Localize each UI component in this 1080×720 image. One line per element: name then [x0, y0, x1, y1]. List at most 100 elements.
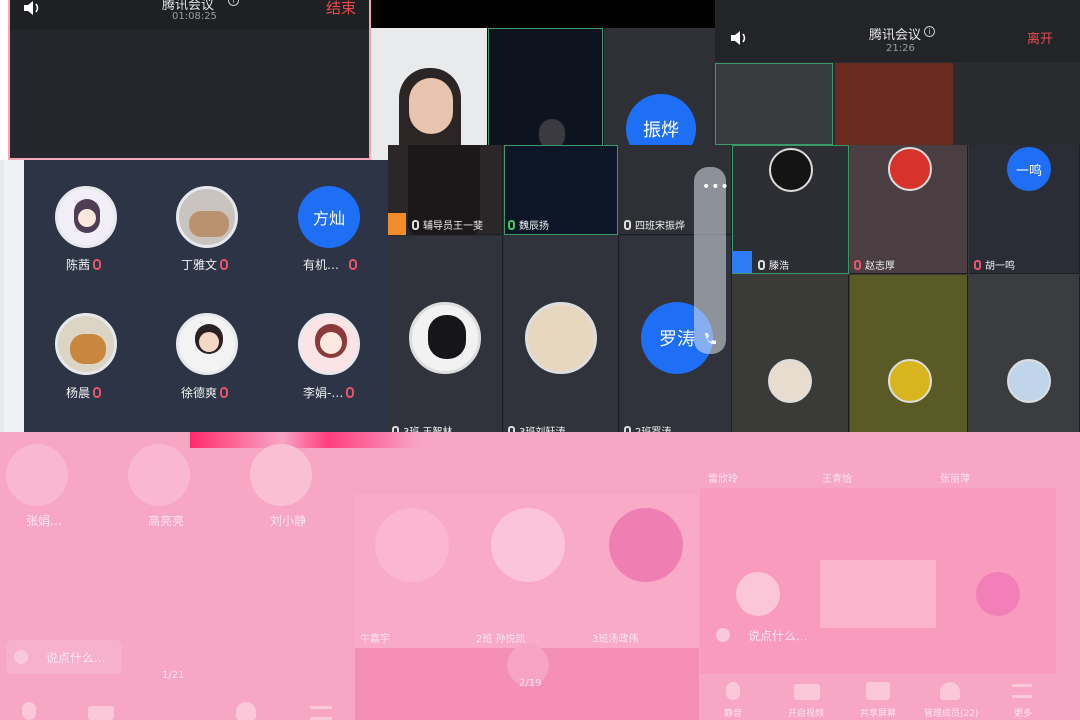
avatar: [176, 186, 238, 248]
video-tile-counselor[interactable]: [371, 28, 487, 160]
emoji-icon[interactable]: [14, 650, 28, 664]
avatar: [55, 186, 117, 248]
participant-label: 王青恰: [822, 474, 852, 485]
participant-label: 四班宋振烨: [624, 217, 685, 232]
speaker-icon[interactable]: [22, 0, 42, 16]
face: [409, 78, 453, 134]
participant-name: 徐德爽: [181, 384, 229, 401]
participant-name: 刘小静: [270, 514, 307, 528]
participant-grid-right: 一鸣 滕浩 赵志厚 胡一鸣: [732, 145, 1080, 435]
glitch-stripe: [190, 432, 420, 448]
video-strip-top: 振烨: [371, 0, 715, 160]
participant-label: 胡一鸣: [974, 257, 1015, 272]
video-icon[interactable]: [794, 684, 820, 700]
participant-label: 辅导员王一斐: [412, 217, 483, 232]
participant-name: 张娟…: [26, 514, 63, 528]
avatar: [525, 302, 597, 374]
mute-icon[interactable]: [22, 702, 36, 720]
avatar: [128, 444, 190, 506]
page-indicator: 1/21: [162, 670, 185, 681]
avatar: [55, 313, 117, 375]
participant-tile[interactable]: [969, 275, 1080, 435]
avatar: [176, 313, 238, 375]
members-icon[interactable]: [940, 682, 960, 700]
avatar: [375, 508, 449, 582]
toolbar-label[interactable]: 更多: [1014, 706, 1032, 719]
video-icon[interactable]: [88, 706, 114, 720]
participant-row: [355, 494, 699, 650]
meeting-timer-right: 21:26: [886, 43, 915, 54]
mic-bar: 2/19: [355, 644, 699, 720]
meeting-panel-right: 腾讯会议 i 21:26 离开: [715, 0, 1080, 145]
participant-tile[interactable]: [388, 236, 503, 435]
page-indicator: 2/19: [519, 678, 542, 689]
video-tile[interactable]: [835, 63, 953, 145]
video-tile-dark[interactable]: [488, 28, 603, 160]
avatar: 一鸣: [1007, 147, 1051, 191]
participant-tile[interactable]: [850, 145, 968, 274]
avatar: [491, 508, 565, 582]
mic-muted-icon: [854, 260, 861, 270]
participant-tile[interactable]: [732, 275, 849, 435]
mic-active-icon: [508, 220, 515, 230]
participant-label: 2班 孙悦凯: [476, 634, 526, 645]
meeting-panel-left: 腾讯会议 i 01:08:25 结束: [8, 0, 371, 160]
host-badge-icon: [732, 251, 752, 273]
speaker-icon[interactable]: [729, 30, 749, 46]
emoji-icon[interactable]: [716, 628, 730, 642]
participant-name: 陈茜: [66, 256, 102, 273]
chat-input[interactable]: 说点什么...: [716, 622, 816, 648]
share-screen-icon[interactable]: [866, 682, 890, 700]
host-badge-icon: [388, 213, 406, 235]
avatar: [736, 572, 780, 616]
overlay-pink-area: 张娟… 高亮亮 刘小静 说点什么... 1/21 牛嘉宇 2班 孙悦凯 3班汤政…: [0, 432, 1080, 720]
avatar: [298, 313, 360, 375]
participant-tile[interactable]: [850, 275, 968, 435]
video-tile-avatar[interactable]: 振烨: [604, 28, 715, 160]
toolbar-label[interactable]: 静音: [724, 706, 742, 719]
info-icon[interactable]: i: [924, 26, 935, 37]
chat-input[interactable]: 说点什么...: [6, 640, 122, 674]
video-tile[interactable]: [955, 63, 1080, 145]
meeting-timer: 01:08:25: [172, 11, 217, 22]
floating-control-bar[interactable]: •••: [694, 167, 729, 354]
members-icon[interactable]: [236, 702, 256, 720]
participant-name: 杨晨: [66, 384, 102, 401]
avatar: [976, 572, 1020, 616]
toolbar-label[interactable]: 管理成员(22): [924, 706, 978, 719]
more-icon[interactable]: •••: [702, 179, 730, 195]
more-icon[interactable]: [310, 706, 332, 720]
participant-label: 雷欣玲: [708, 474, 738, 485]
toolbar-label[interactable]: 共享屏幕: [860, 706, 896, 719]
more-icon[interactable]: [1012, 684, 1032, 698]
mic-muted-icon: [220, 259, 229, 270]
participant-tile[interactable]: 一鸣: [969, 145, 1080, 274]
participant-label: 魏辰扬: [508, 217, 549, 232]
participant-name: 李娟-…: [303, 384, 355, 401]
participant-tile[interactable]: [504, 236, 619, 435]
mute-icon[interactable]: [726, 682, 740, 700]
toolbar-label[interactable]: 开启视频: [788, 706, 824, 719]
participant-grid-left: 陈茜 丁雅文 方灿 有机… 杨晨 徐德爽 李娟-…: [0, 160, 388, 450]
participant-grid-middle: 辅导员王一斐 魏辰扬 四班宋振烨 罗涛 3班 王智林 3班刘轩涛 2班罗涛: [388, 145, 732, 435]
mic-icon: [624, 220, 631, 230]
leave-meeting-button[interactable]: 离开: [1027, 28, 1053, 47]
video-tile[interactable]: [715, 63, 833, 145]
mic-muted-icon: [93, 259, 102, 270]
participant-name: 有机…: [303, 256, 358, 273]
meeting-header: 腾讯会议 i 01:08:25 结束: [10, 0, 369, 30]
meeting-header-right: 腾讯会议 i 21:26 离开: [715, 0, 1080, 62]
end-meeting-button[interactable]: 结束: [326, 0, 356, 18]
mic-muted-icon: [349, 259, 358, 270]
participant-name: 丁雅文: [181, 256, 229, 273]
participant-label: 张丽萍: [940, 474, 970, 485]
avatar: [888, 147, 932, 191]
side-edge: [4, 160, 24, 450]
avatar: [409, 302, 481, 374]
participant-label: 滕浩: [758, 257, 789, 272]
info-icon[interactable]: i: [228, 0, 239, 6]
mic-icon: [758, 260, 765, 270]
avatar: [888, 359, 932, 403]
phone-icon[interactable]: [702, 331, 718, 347]
mic-muted-icon: [346, 387, 355, 398]
